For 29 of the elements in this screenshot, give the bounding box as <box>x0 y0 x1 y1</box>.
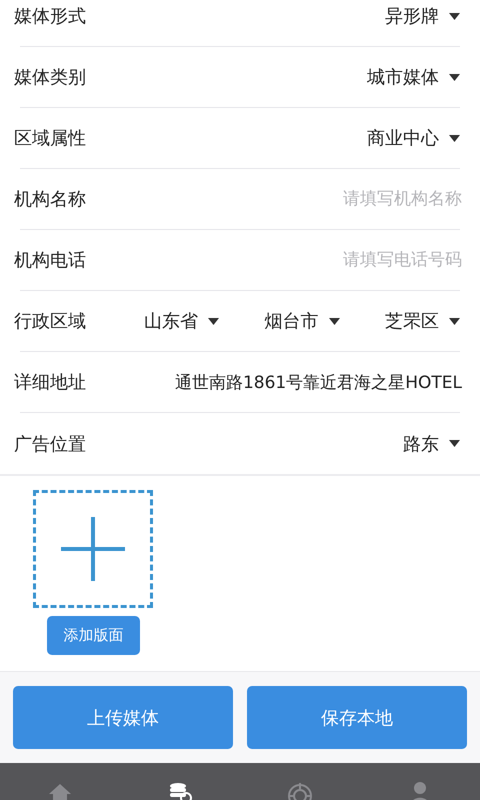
dropdown[interactable]: 城市媒体 <box>367 65 460 89</box>
field-label: 机构名称 <box>14 188 87 211</box>
field-label: 区域属性 <box>14 127 87 150</box>
caret-icon <box>449 134 460 142</box>
caret-icon <box>449 318 460 324</box>
input-field[interactable]: 请填写机构名称 <box>134 189 462 209</box>
field-label: 行政区域 <box>14 310 87 333</box>
caret-icon <box>449 440 460 447</box>
database-search-icon[interactable] <box>167 780 193 800</box>
dropdown[interactable]: 异形牌 <box>385 4 460 28</box>
plus-icon <box>61 517 125 581</box>
field-label: 机构电话 <box>14 249 87 272</box>
field-label: 媒体形式 <box>14 5 87 28</box>
caret-icon <box>449 74 460 80</box>
add-tile[interactable] <box>33 490 153 608</box>
dropdown[interactable]: 山东省 <box>144 309 219 333</box>
input-field[interactable]: 通世南路1861号靠近君海之星HOTEL <box>134 372 462 392</box>
dropdown[interactable]: 芝罘区 <box>385 309 460 333</box>
caret-icon <box>208 318 219 324</box>
target-icon[interactable] <box>287 780 313 800</box>
input-field[interactable]: 请填写电话号码 <box>134 250 462 270</box>
caret-icon <box>328 318 340 324</box>
dropdown[interactable]: 烟台市 <box>264 309 340 333</box>
dropdown[interactable]: 商业中心 <box>367 126 460 150</box>
field-label: 详细地址 <box>14 371 87 394</box>
dropdown[interactable]: 路东 <box>403 432 460 456</box>
field-label: 媒体类别 <box>14 66 87 89</box>
caret-icon <box>449 12 460 20</box>
field-label: 广告位置 <box>14 432 87 456</box>
